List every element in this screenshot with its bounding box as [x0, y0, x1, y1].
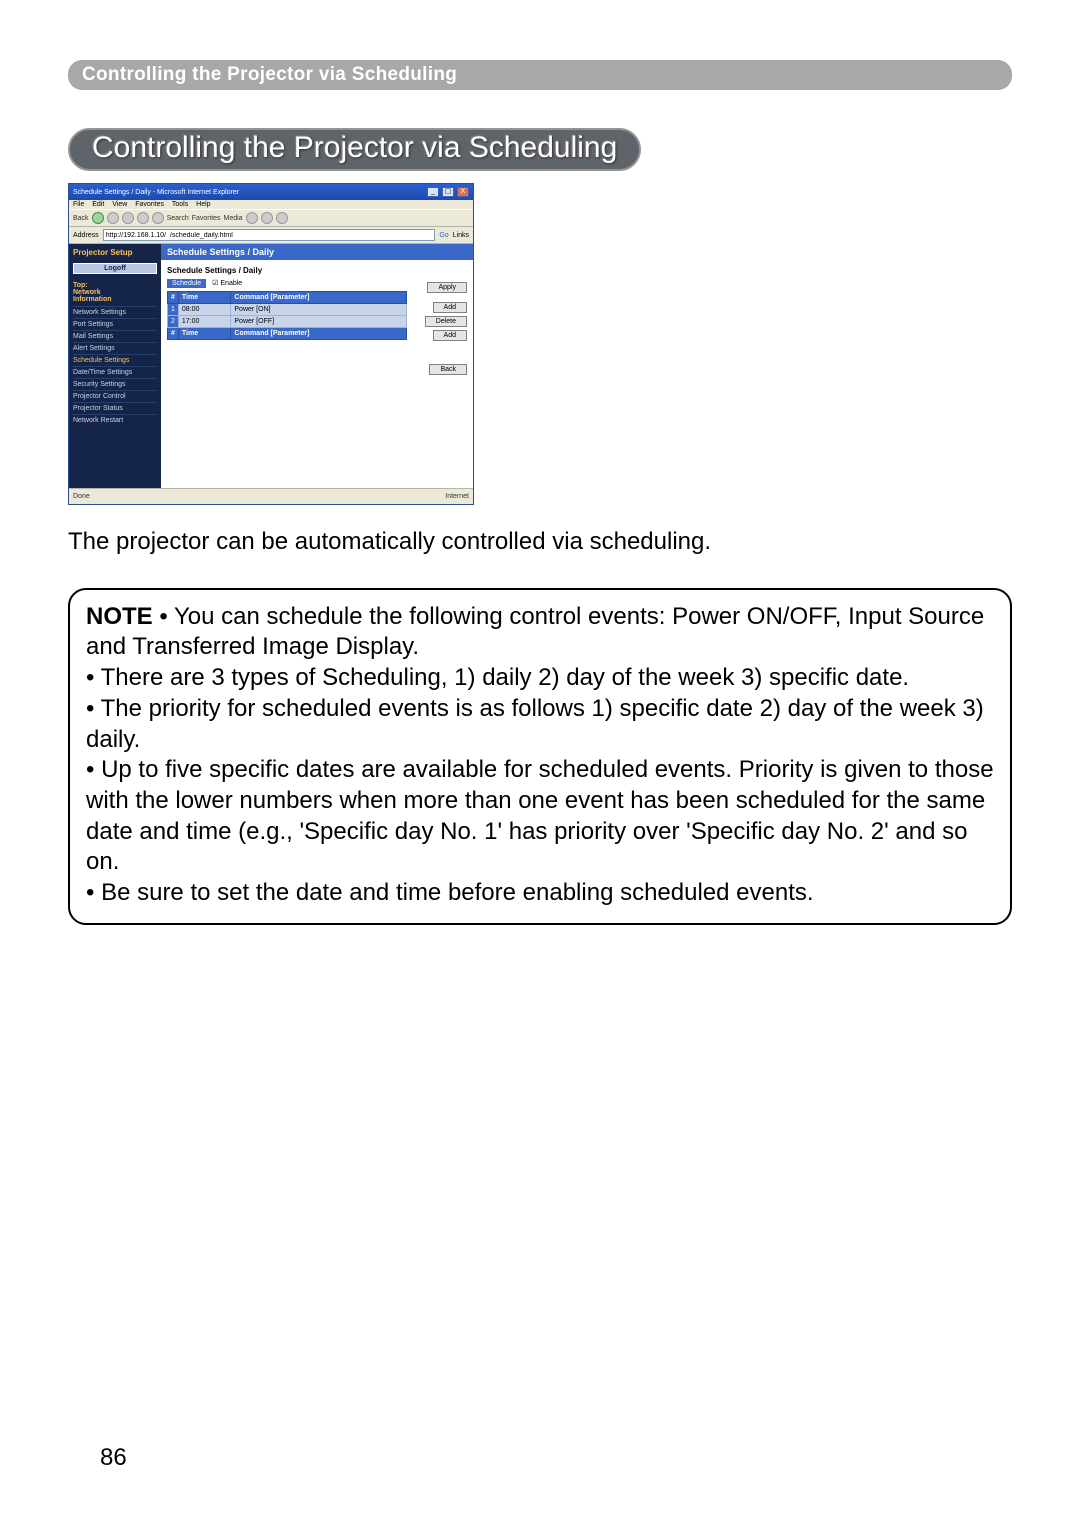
row1-cmd: Power [ON]: [231, 304, 407, 316]
ie-window: Schedule Settings / Daily - Microsoft In…: [68, 183, 474, 505]
menu-help[interactable]: Help: [196, 201, 210, 208]
note-box: NOTE • You can schedule the following co…: [68, 588, 1012, 925]
ie-addressbar: Address Go Links: [69, 227, 473, 244]
section-title: Controlling the Projector via Scheduling: [68, 128, 641, 171]
menu-file[interactable]: File: [73, 201, 84, 208]
sidebar-item-port-settings[interactable]: Port Settings: [73, 318, 157, 330]
minimize-button[interactable]: _: [427, 187, 439, 197]
header-text: Controlling the Projector via Scheduling: [82, 64, 457, 85]
subheader: Schedule Settings / Daily: [167, 266, 467, 275]
address-label: Address: [73, 232, 99, 239]
back-button[interactable]: Back: [429, 364, 467, 375]
go-button[interactable]: Go: [439, 232, 448, 239]
inp-col-num: #: [168, 328, 179, 340]
page-number: 86: [100, 1444, 127, 1472]
row2-time: 17:00: [178, 316, 230, 328]
tool-icon3[interactable]: [276, 212, 288, 224]
main-panel: Schedule Settings / Daily Schedule Setti…: [161, 244, 473, 488]
ie-body: Projector Setup Logoff Top: Network Info…: [69, 244, 473, 488]
table-header-row: # Time Command [Parameter]: [168, 292, 407, 304]
sidebar-item-schedule-settings[interactable]: Schedule Settings: [73, 354, 157, 366]
sidebar-title: Projector Setup: [73, 248, 157, 257]
search-label[interactable]: Search: [167, 215, 189, 222]
logoff-button[interactable]: Logoff: [73, 263, 157, 274]
ie-title-text: Schedule Settings / Daily - Microsoft In…: [73, 189, 239, 196]
row1-num: 1: [168, 304, 179, 316]
fwd-icon[interactable]: [107, 212, 119, 224]
stop-icon[interactable]: [122, 212, 134, 224]
media-label[interactable]: Media: [224, 215, 243, 222]
sidebar-item-mail-settings[interactable]: Mail Settings: [73, 330, 157, 342]
table-row[interactable]: 1 08:00 Power [ON]: [168, 304, 407, 316]
table-input-row: # Time Command [Parameter]: [168, 328, 407, 340]
sidebar-item-security-settings[interactable]: Security Settings: [73, 378, 157, 390]
row2-cmd: Power [OFF]: [231, 316, 407, 328]
col-time: Time: [178, 292, 230, 304]
header-bar: Controlling the Projector via Scheduling: [68, 60, 1012, 90]
status-left: Done: [73, 493, 90, 500]
close-button[interactable]: X: [457, 187, 469, 197]
links-label[interactable]: Links: [453, 232, 469, 239]
home-icon[interactable]: [152, 212, 164, 224]
ie-toolbar: Back Search Favorites Media: [69, 209, 473, 227]
apply-button[interactable]: Apply: [427, 282, 467, 293]
back-icon[interactable]: [92, 212, 104, 224]
enable-row: Schedule ☑ Enable: [167, 279, 467, 287]
menu-tools[interactable]: Tools: [172, 201, 188, 208]
sidebar-item-network-settings[interactable]: Network Settings: [73, 306, 157, 318]
sidebar-item-alert-settings[interactable]: Alert Settings: [73, 342, 157, 354]
delete-button[interactable]: Delete: [425, 316, 467, 327]
menu-view[interactable]: View: [112, 201, 127, 208]
tool-icon2[interactable]: [261, 212, 273, 224]
sidebar-item-network-restart[interactable]: Network Restart: [73, 414, 157, 426]
ie-statusbar: Done Internet: [69, 488, 473, 504]
row1-time: 08:00: [178, 304, 230, 316]
col-num: #: [168, 292, 179, 304]
address-input[interactable]: [103, 229, 436, 241]
tool-icon[interactable]: [246, 212, 258, 224]
intro-paragraph: The projector can be automatically contr…: [68, 527, 1012, 558]
menu-favorites[interactable]: Favorites: [135, 201, 164, 208]
enable-value[interactable]: Enable: [220, 280, 242, 287]
menu-edit[interactable]: Edit: [92, 201, 104, 208]
col-command: Command [Parameter]: [231, 292, 407, 304]
note-line1: • You can schedule the following control…: [86, 603, 984, 661]
sidebar-item-projector-control[interactable]: Projector Control: [73, 390, 157, 402]
add-button-2[interactable]: Add: [433, 330, 467, 341]
row2-num: 2: [168, 316, 179, 328]
note-line4: • Up to five specific dates are availabl…: [86, 756, 994, 875]
schedule-table: # Time Command [Parameter] 1 08:00 Power…: [167, 291, 407, 340]
sidebar-item-datetime-settings[interactable]: Date/Time Settings: [73, 366, 157, 378]
note-line5: • Be sure to set the date and time befor…: [86, 879, 814, 906]
maximize-button[interactable]: ▢: [442, 187, 454, 197]
enable-label: Schedule: [167, 279, 206, 288]
status-right: Internet: [445, 493, 469, 500]
add-button[interactable]: Add: [433, 302, 467, 313]
note-line2: • There are 3 types of Scheduling, 1) da…: [86, 664, 909, 691]
section-title-wrap: Controlling the Projector via Scheduling: [68, 128, 1012, 171]
main-header: Schedule Settings / Daily: [161, 244, 473, 260]
win-buttons: _ ▢ X: [426, 187, 469, 197]
table-row[interactable]: 2 17:00 Power [OFF]: [168, 316, 407, 328]
favorites-label[interactable]: Favorites: [192, 215, 221, 222]
main-content: Schedule Settings / Daily Schedule ☑ Ena…: [161, 260, 473, 488]
inp-col-cmd: Command [Parameter]: [231, 328, 407, 340]
note-label: NOTE: [86, 603, 153, 630]
inp-col-time: Time: [178, 328, 230, 340]
refresh-icon[interactable]: [137, 212, 149, 224]
sidebar-top[interactable]: Top: Network Information: [73, 280, 157, 306]
ie-menubar: File Edit View Favorites Tools Help: [69, 200, 473, 209]
manual-page: Controlling the Projector via Scheduling…: [0, 0, 1080, 1532]
back-label[interactable]: Back: [73, 215, 89, 222]
note-line3: • The priority for scheduled events is a…: [86, 695, 984, 753]
projector-sidebar: Projector Setup Logoff Top: Network Info…: [69, 244, 161, 488]
sidebar-item-projector-status[interactable]: Projector Status: [73, 402, 157, 414]
sidebar-menu: Top: Network Information Network Setting…: [73, 280, 157, 426]
ie-titlebar: Schedule Settings / Daily - Microsoft In…: [69, 184, 473, 200]
